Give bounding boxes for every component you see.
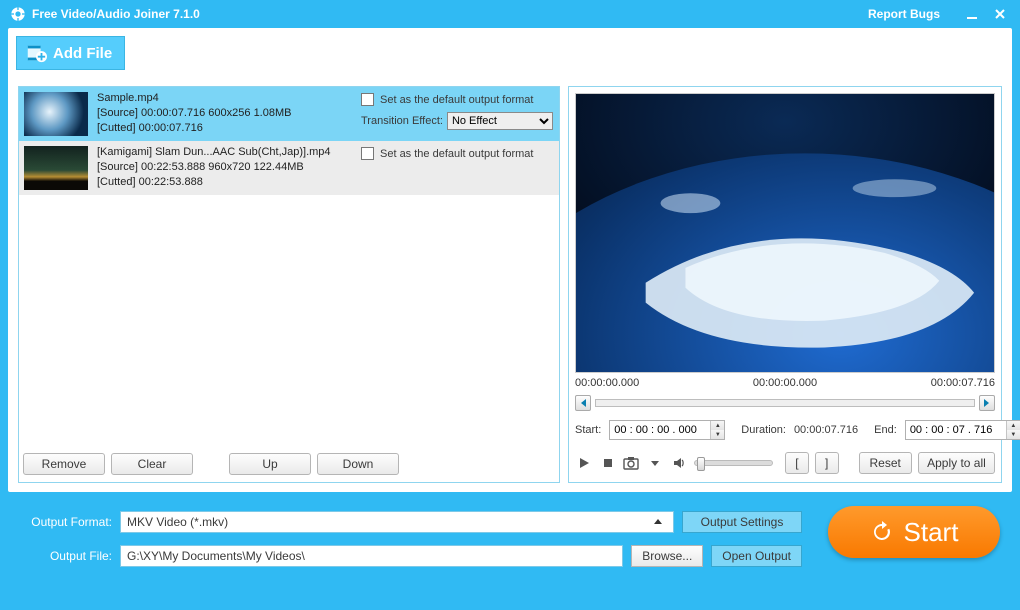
minimize-button[interactable] <box>962 4 982 24</box>
volume-knob[interactable] <box>697 457 705 471</box>
file-name: [Kamigami] Slam Dun...AAC Sub(Cht,Jap)].… <box>97 145 351 160</box>
file-list: Sample.mp4 [Source] 00:00:07.716 600x256… <box>19 87 559 442</box>
title-bar: Free Video/Audio Joiner 7.1.0 Report Bug… <box>0 0 1020 28</box>
file-list-buttons: Remove Clear Up Down <box>19 450 559 478</box>
mark-in-button[interactable]: [ <box>785 452 809 474</box>
dropdown-icon[interactable] <box>649 513 667 531</box>
output-file-field[interactable]: G:\XY\My Documents\My Videos\ <box>120 545 623 567</box>
start-time-input[interactable]: ▲▼ <box>609 420 725 440</box>
volume-slider[interactable] <box>694 460 773 466</box>
file-list-panel: Sample.mp4 [Source] 00:00:07.716 600x256… <box>18 86 560 483</box>
set-default-label: Set as the default output format <box>380 94 533 106</box>
end-time-input[interactable]: ▲▼ <box>905 420 1020 440</box>
spin-up-icon[interactable]: ▲ <box>711 421 724 430</box>
set-default-label: Set as the default output format <box>380 148 533 160</box>
file-name: Sample.mp4 <box>97 91 351 106</box>
trim-track[interactable] <box>595 399 975 407</box>
move-up-button[interactable]: Up <box>229 453 311 475</box>
add-file-button[interactable]: Add File <box>16 36 125 70</box>
file-thumbnail <box>24 92 88 136</box>
timeline-marks: 00:00:00.000 00:00:00.000 00:00:07.716 <box>575 377 995 393</box>
reset-button[interactable]: Reset <box>859 452 912 474</box>
file-thumbnail <box>24 146 88 190</box>
time-end: 00:00:07.716 <box>931 377 995 393</box>
open-output-button[interactable]: Open Output <box>711 545 802 567</box>
play-button[interactable] <box>575 454 593 472</box>
checkbox-icon <box>361 147 374 160</box>
main-stage: Add File Sample.mp4 [Source] 00:00:07.71… <box>8 28 1012 492</box>
file-info: Sample.mp4 [Source] 00:00:07.716 600x256… <box>93 87 355 141</box>
close-button[interactable] <box>990 4 1010 24</box>
volume-icon[interactable] <box>670 454 688 472</box>
move-down-button[interactable]: Down <box>317 453 399 475</box>
preview-panel: 00:00:00.000 00:00:00.000 00:00:07.716 S… <box>568 86 1002 483</box>
start-label: Start <box>904 517 959 548</box>
app-logo-icon <box>10 6 26 22</box>
add-file-label: Add File <box>53 45 112 62</box>
file-options: Set as the default output format <box>355 141 559 195</box>
output-file-value: G:\XY\My Documents\My Videos\ <box>127 549 305 563</box>
mark-out-button[interactable]: ] <box>815 452 839 474</box>
file-source-line: [Source] 00:00:07.716 600x256 1.08MB <box>97 106 351 121</box>
spin-down-icon[interactable]: ▼ <box>1007 430 1020 439</box>
spin-down-icon[interactable]: ▼ <box>711 430 724 439</box>
output-format-select[interactable]: MKV Video (*.mkv) <box>120 511 674 533</box>
transition-select[interactable]: No Effect <box>447 112 553 130</box>
output-file-label: Output File: <box>8 549 112 563</box>
duration-label: Duration: <box>741 424 786 436</box>
snapshot-menu-icon[interactable] <box>646 454 664 472</box>
playback-controls: [ ] Reset Apply to all <box>575 450 995 476</box>
set-default-checkbox[interactable]: Set as the default output format <box>361 93 553 106</box>
file-options: Set as the default output format Transit… <box>355 87 559 141</box>
file-source-line: [Source] 00:22:53.888 960x720 122.44MB <box>97 160 351 175</box>
file-cutted-line: [Cutted] 00:00:07.716 <box>97 121 351 136</box>
trim-start-handle[interactable] <box>575 395 591 411</box>
stop-button[interactable] <box>599 454 617 472</box>
file-info: [Kamigami] Slam Dun...AAC Sub(Cht,Jap)].… <box>93 141 355 195</box>
report-bugs-link[interactable]: Report Bugs <box>868 7 940 21</box>
output-format-label: Output Format: <box>8 515 112 529</box>
start-time-field[interactable] <box>610 421 710 439</box>
trim-bar <box>575 394 995 412</box>
trim-end-handle[interactable] <box>979 395 995 411</box>
output-settings-button[interactable]: Output Settings <box>682 511 802 533</box>
start-label: Start: <box>575 424 601 436</box>
file-row[interactable]: Sample.mp4 [Source] 00:00:07.716 600x256… <box>19 87 559 141</box>
refresh-icon <box>870 520 894 544</box>
end-label: End: <box>874 424 897 436</box>
time-start: 00:00:00.000 <box>575 377 639 393</box>
checkbox-icon <box>361 93 374 106</box>
file-cutted-line: [Cutted] 00:22:53.888 <box>97 175 351 190</box>
spin-up-icon[interactable]: ▲ <box>1007 421 1020 430</box>
set-default-checkbox[interactable]: Set as the default output format <box>361 147 553 160</box>
time-inputs: Start: ▲▼ Duration: 00:00:07.716 End: ▲▼ <box>575 419 995 441</box>
remove-button[interactable]: Remove <box>23 453 105 475</box>
apply-all-button[interactable]: Apply to all <box>918 452 995 474</box>
snapshot-button[interactable] <box>623 454 641 472</box>
transition-label: Transition Effect: <box>361 115 443 127</box>
start-button[interactable]: Start <box>828 506 1000 558</box>
browse-button[interactable]: Browse... <box>631 545 703 567</box>
video-preview[interactable] <box>575 93 995 373</box>
add-file-icon <box>25 42 47 64</box>
duration-value: 00:00:07.716 <box>794 424 858 436</box>
file-row[interactable]: [Kamigami] Slam Dun...AAC Sub(Cht,Jap)].… <box>19 141 559 195</box>
clear-button[interactable]: Clear <box>111 453 193 475</box>
output-format-value: MKV Video (*.mkv) <box>127 515 228 529</box>
end-time-field[interactable] <box>906 421 1006 439</box>
app-title: Free Video/Audio Joiner 7.1.0 <box>32 7 200 21</box>
time-mid: 00:00:00.000 <box>753 377 817 393</box>
